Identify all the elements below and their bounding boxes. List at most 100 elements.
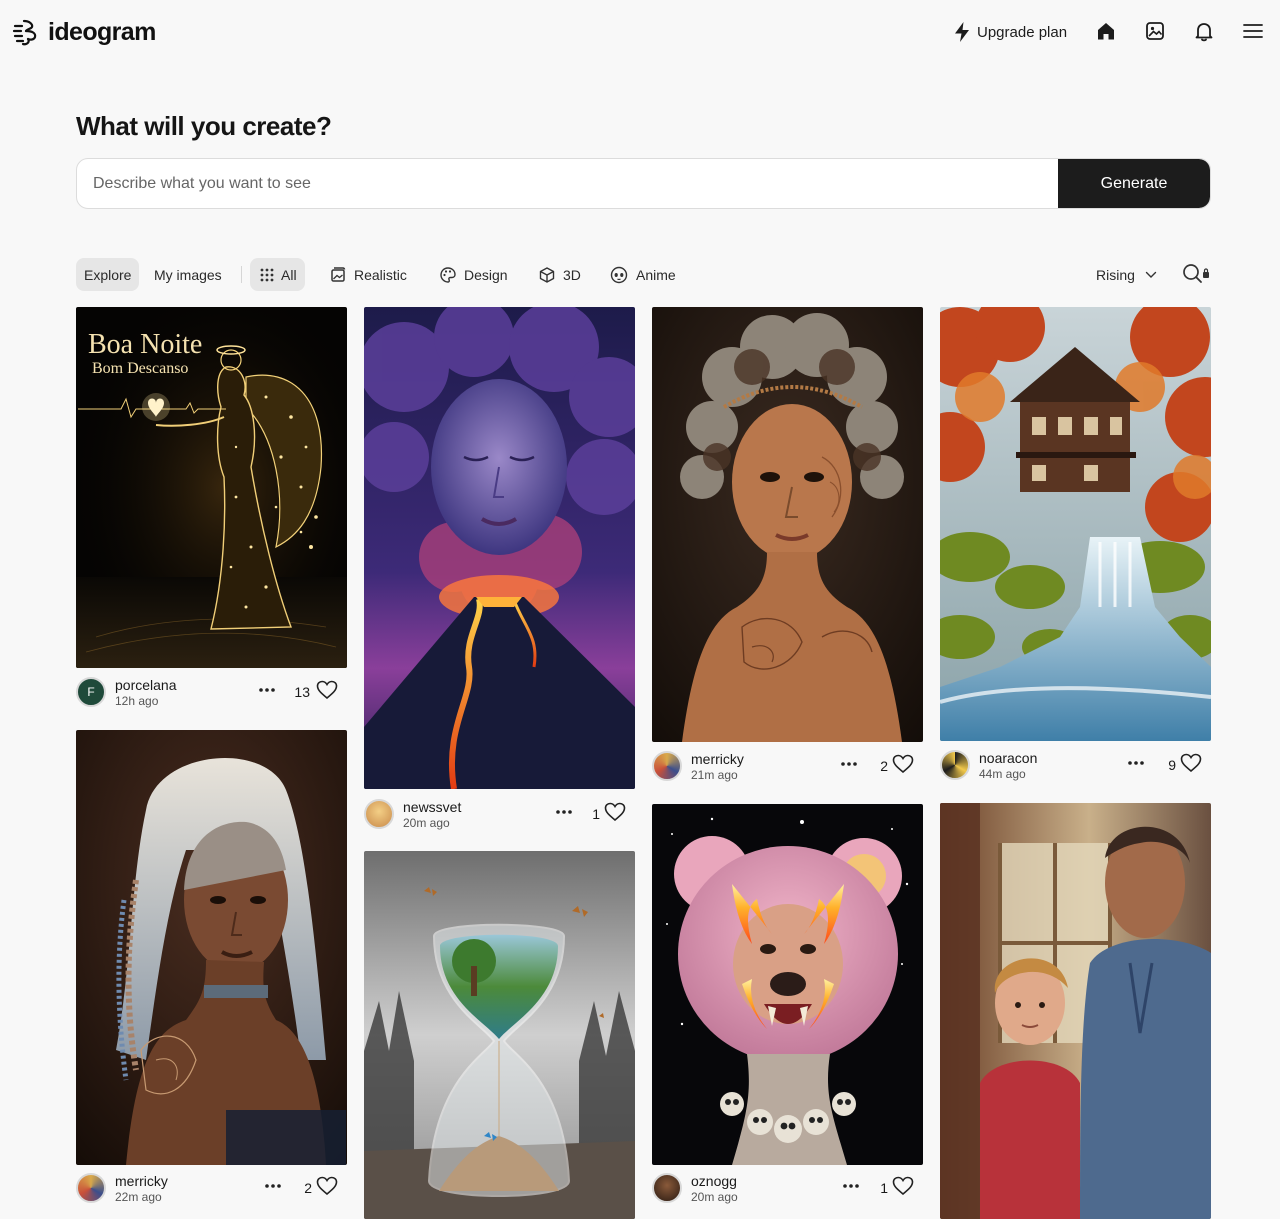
bell-icon	[1195, 23, 1213, 42]
image-thumbnail[interactable]	[652, 804, 923, 1165]
image-thumbnail[interactable]: Boa Noite Bom Descanso	[76, 307, 347, 668]
avatar[interactable]	[940, 750, 970, 780]
upgrade-plan-button[interactable]: Upgrade plan	[952, 20, 1067, 44]
palette-icon	[440, 266, 456, 283]
username[interactable]: porcelana	[115, 677, 177, 693]
ellipsis-icon	[1128, 761, 1144, 765]
home-button[interactable]	[1093, 18, 1119, 44]
category-realistic[interactable]: Realistic	[329, 258, 407, 291]
card-meta: newssvet 20m ago 1	[364, 797, 635, 833]
search-button[interactable]	[1182, 263, 1210, 287]
image-thumbnail[interactable]	[76, 730, 347, 1165]
cube-icon	[539, 266, 555, 283]
image-thumbnail[interactable]	[364, 307, 635, 789]
username[interactable]: newssvet	[403, 799, 461, 815]
image-thumbnail[interactable]	[940, 803, 1211, 1219]
sort-value: Rising	[1096, 266, 1135, 283]
heart-icon[interactable]	[892, 754, 914, 774]
image-thumbnail[interactable]	[940, 307, 1211, 741]
ellipsis-icon	[556, 810, 572, 814]
category-design-label: Design	[464, 266, 508, 283]
more-options-button[interactable]	[257, 683, 277, 697]
like-count: 13	[294, 684, 310, 700]
avatar[interactable]	[652, 1173, 682, 1203]
main-menu-button[interactable]	[1240, 18, 1266, 44]
ellipsis-icon	[265, 1184, 281, 1188]
more-options-button[interactable]	[1126, 756, 1146, 770]
heart-icon[interactable]	[316, 680, 338, 700]
avatar[interactable]	[364, 799, 394, 829]
timestamp: 20m ago	[691, 1190, 738, 1204]
upgrade-plan-label: Upgrade plan	[977, 23, 1068, 41]
autumn-waterfall-image	[940, 307, 1211, 741]
more-options-button[interactable]	[841, 1179, 861, 1193]
timestamp: 22m ago	[115, 1190, 162, 1204]
grid-icon	[260, 268, 274, 281]
ideogram-logo[interactable]: ideogram	[12, 16, 156, 48]
more-options-button[interactable]	[263, 1179, 283, 1193]
card-meta: merricky 21m ago 2	[652, 749, 923, 785]
image-thumbnail[interactable]	[364, 851, 635, 1219]
heart-icon[interactable]	[316, 1176, 338, 1196]
heart-icon[interactable]	[604, 802, 626, 822]
like-count: 1	[880, 1180, 888, 1196]
like-count: 2	[880, 758, 888, 774]
home-icon	[1098, 23, 1114, 40]
my-images-button[interactable]	[1142, 18, 1168, 44]
more-options-button[interactable]	[839, 757, 859, 771]
username[interactable]: merricky	[691, 751, 744, 767]
avatar-initial: F	[87, 685, 95, 699]
heart-icon[interactable]	[892, 1176, 914, 1196]
avatar[interactable]	[76, 1173, 106, 1203]
sort-dropdown[interactable]: Rising	[1096, 258, 1157, 291]
more-options-button[interactable]	[554, 805, 574, 819]
photo-stack-icon	[331, 266, 346, 282]
timestamp: 20m ago	[403, 816, 450, 830]
card-meta: F porcelana 12h ago 13	[76, 675, 347, 711]
image-thumbnail[interactable]	[652, 307, 923, 742]
username[interactable]: oznogg	[691, 1173, 737, 1189]
category-3d[interactable]: 3D	[538, 258, 581, 291]
logo-text: ideogram	[48, 17, 156, 46]
filter-bar: Explore My images All Realistic Design 3…	[76, 258, 1211, 291]
card-meta: noaracon 44m ago 9	[940, 748, 1211, 784]
generate-button[interactable]: Generate	[1058, 159, 1210, 208]
ellipsis-icon	[841, 762, 857, 766]
category-anime[interactable]: Anime	[609, 258, 676, 291]
ellipsis-icon	[843, 1184, 859, 1188]
menu-icon	[1243, 24, 1263, 38]
volcano-face-image	[364, 307, 635, 789]
category-realistic-label: Realistic	[354, 266, 407, 283]
timestamp: 12h ago	[115, 694, 159, 708]
tab-my-images[interactable]: My images	[146, 258, 230, 291]
username[interactable]: noaracon	[979, 750, 1037, 766]
tattooed-girl-image	[652, 307, 923, 742]
gallery-icon	[1146, 22, 1164, 40]
hourglass-image	[364, 851, 635, 1219]
father-and-son-image	[940, 803, 1211, 1219]
warrior-woman-image	[76, 730, 347, 1165]
avatar[interactable]: F	[76, 677, 106, 707]
timestamp: 44m ago	[979, 767, 1026, 781]
anime-face-icon	[610, 266, 628, 283]
card-meta: merricky 22m ago 2	[76, 1171, 347, 1207]
filter-divider	[241, 266, 242, 283]
category-all-label: All	[281, 266, 297, 283]
tab-my-images-label: My images	[154, 266, 222, 283]
tab-explore-label: Explore	[84, 266, 132, 283]
category-design[interactable]: Design	[439, 258, 508, 291]
notifications-button[interactable]	[1191, 18, 1217, 44]
heart-icon[interactable]	[1180, 753, 1202, 773]
card-meta: oznogg 20m ago 1	[652, 1171, 923, 1207]
tab-explore[interactable]: Explore	[76, 258, 140, 291]
prompt-input[interactable]	[77, 159, 1059, 208]
category-all[interactable]: All	[250, 258, 305, 291]
angel-image: Boa Noite Bom Descanso	[76, 307, 347, 668]
username[interactable]: merricky	[115, 1173, 168, 1189]
prompt-bar: Generate	[76, 158, 1211, 209]
chevron-down-icon	[1145, 271, 1157, 278]
like-count: 2	[304, 1180, 312, 1196]
avatar[interactable]	[652, 751, 682, 781]
timestamp: 21m ago	[691, 768, 738, 782]
category-anime-label: Anime	[636, 266, 676, 283]
